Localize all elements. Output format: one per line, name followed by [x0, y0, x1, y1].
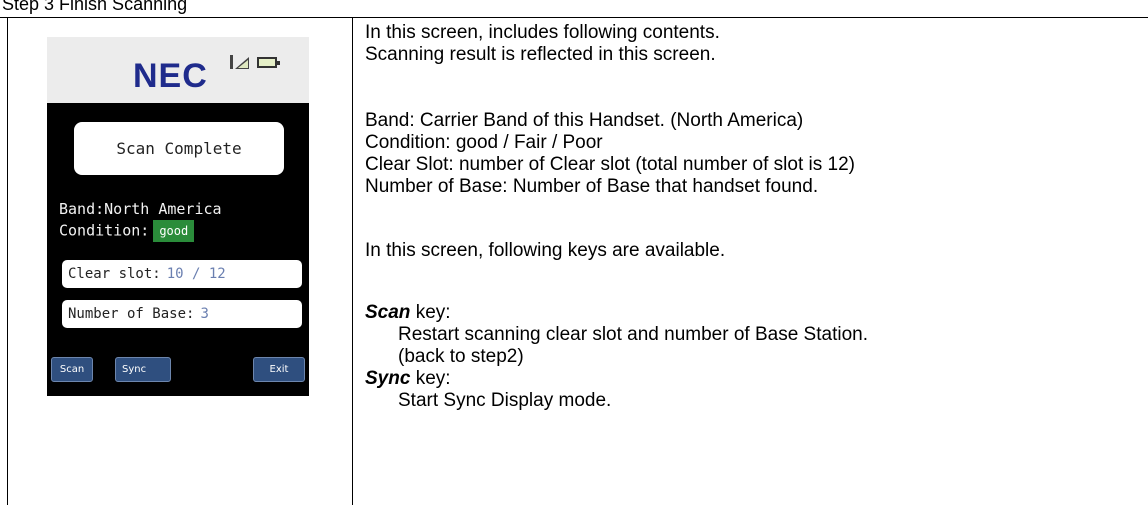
scan-key-desc-2: (back to step2)	[398, 346, 524, 367]
nec-logo: NEC	[133, 57, 208, 95]
table-column-divider	[352, 17, 353, 505]
intro-line-2: Scanning result is reflected in this scr…	[365, 44, 716, 65]
scan-softkey[interactable]: Scan	[51, 357, 93, 382]
condition-description: Condition: good / Fair / Poor	[365, 132, 603, 153]
condition-line: Condition: good	[59, 220, 195, 242]
handset-header: NEC	[47, 37, 309, 103]
keys-intro: In this screen, following keys are avail…	[365, 240, 726, 261]
sync-key-name: Sync	[365, 368, 411, 389]
clear-slot-value: 10 / 12	[166, 266, 226, 282]
condition-badge: good	[153, 220, 195, 242]
handset-screen: NEC Scan Complete Band:North America Con…	[47, 37, 309, 396]
clear-slot-field: Clear slot: 10 / 12	[62, 260, 302, 288]
base-count-field: Number of Base: 3	[62, 300, 302, 328]
scan-status-box: Scan Complete	[74, 122, 284, 175]
base-count-value: 3	[200, 306, 209, 322]
exit-softkey[interactable]: Exit	[253, 357, 305, 382]
sync-softkey[interactable]: Sync	[115, 357, 171, 382]
step-heading: Step 3 Finish Scanning	[2, 0, 188, 14]
table-top-border	[0, 17, 1148, 18]
scan-key-heading: Scan key:	[365, 302, 451, 323]
band-line: Band:North America	[59, 200, 222, 218]
sync-key-suffix: key:	[410, 368, 451, 389]
intro-line-1: In this screen, includes following conte…	[365, 22, 720, 43]
base-count-label: Number of Base:	[68, 306, 195, 322]
base-description: Number of Base: Number of Base that hand…	[365, 176, 819, 197]
clear-slot-description: Clear Slot: number of Clear slot (total …	[365, 154, 855, 175]
sync-key-heading: Sync key:	[365, 368, 451, 389]
scan-key-name: Scan	[365, 302, 411, 323]
clear-slot-label: Clear slot:	[68, 266, 161, 282]
band-description: Band: Carrier Band of this Handset. (Nor…	[365, 110, 804, 131]
scan-key-desc-1: Restart scanning clear slot and number o…	[398, 324, 868, 345]
condition-label: Condition:	[59, 221, 150, 240]
scan-key-suffix: key:	[410, 302, 451, 323]
battery-icon	[257, 57, 280, 68]
signal-icon	[230, 55, 249, 69]
sync-key-desc: Start Sync Display mode.	[398, 390, 612, 411]
table-left-border	[7, 17, 8, 505]
